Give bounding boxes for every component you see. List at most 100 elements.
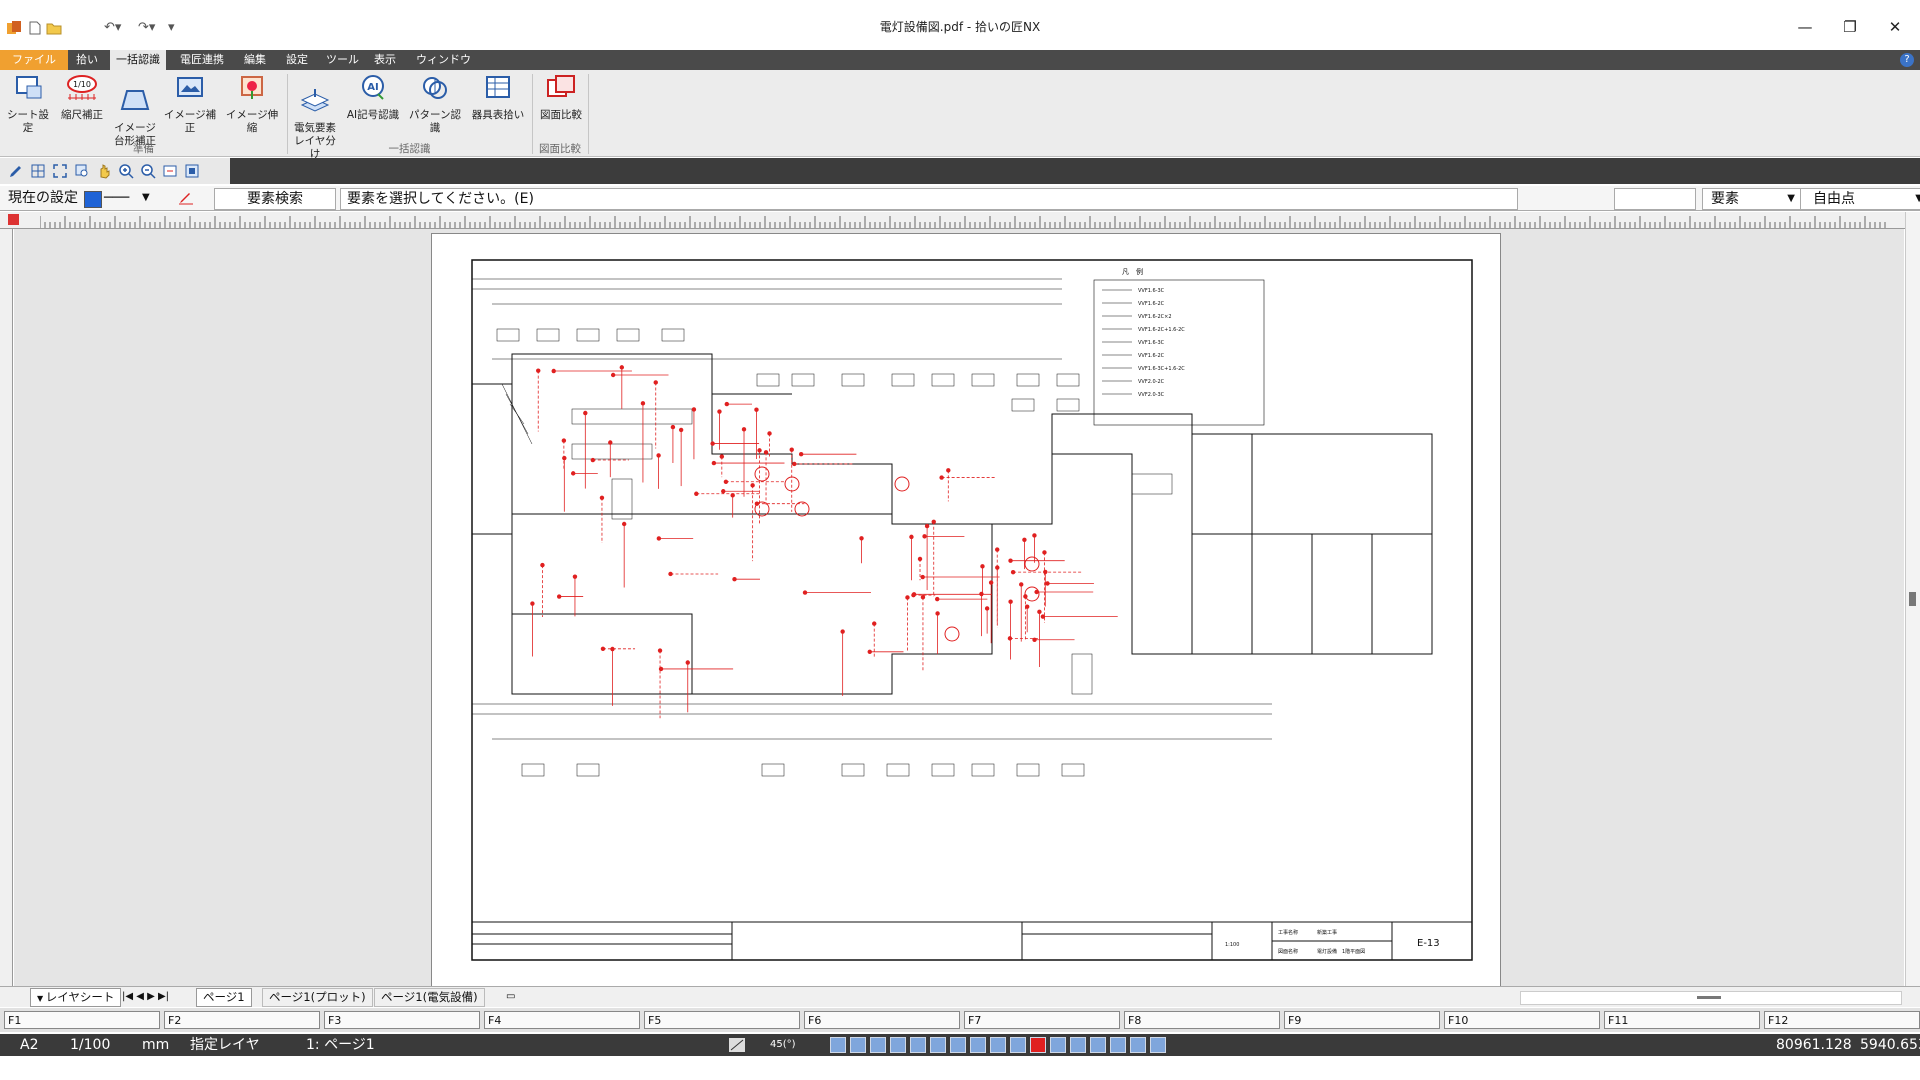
pen-color-icon[interactable] bbox=[178, 191, 194, 205]
fixture-symbol bbox=[741, 427, 747, 432]
list-icon[interactable] bbox=[1050, 1037, 1066, 1053]
pen-icon[interactable] bbox=[850, 1037, 866, 1053]
function-key-f3[interactable]: F3 bbox=[324, 1011, 480, 1029]
previous-view-icon[interactable] bbox=[162, 163, 178, 179]
menu-tools[interactable]: ツール bbox=[320, 50, 365, 70]
menu-edit[interactable]: 編集 bbox=[238, 50, 272, 70]
scroll-thumb[interactable] bbox=[1909, 592, 1916, 606]
function-key-f2[interactable]: F2 bbox=[164, 1011, 320, 1029]
ai-symbol-button[interactable]: AI AI記号認識 bbox=[344, 74, 402, 136]
pattern-recognition-button[interactable]: パターン認識 bbox=[404, 74, 466, 136]
menu-densho-link[interactable]: 電匠連携 bbox=[174, 50, 230, 70]
panel-label-box bbox=[1016, 763, 1040, 777]
menu-file[interactable]: ファイル bbox=[0, 50, 68, 70]
function-key-f1[interactable]: F1 bbox=[4, 1011, 160, 1029]
function-key-f12[interactable]: F12 bbox=[1764, 1011, 1920, 1029]
window-icon[interactable] bbox=[1150, 1037, 1166, 1053]
color-swatch[interactable] bbox=[84, 191, 102, 208]
snap-mode-select[interactable]: 自由点 ▼ bbox=[1800, 188, 1920, 210]
zoom-window-icon[interactable] bbox=[910, 1037, 926, 1053]
help-icon[interactable]: ? bbox=[1900, 53, 1914, 67]
function-key-f6[interactable]: F6 bbox=[804, 1011, 960, 1029]
sheet-settings-button[interactable]: シート設定 bbox=[4, 74, 52, 136]
minimize-button[interactable]: — bbox=[1782, 14, 1828, 40]
function-key-f8[interactable]: F8 bbox=[1124, 1011, 1280, 1029]
trapezoid-correction-button[interactable]: イメージ 台形補正 bbox=[112, 74, 158, 147]
legend-entry: VVF1.6-3C bbox=[1138, 288, 1165, 294]
line-style-dropdown-icon[interactable]: ▼ bbox=[142, 188, 150, 208]
zoom-in-icon[interactable] bbox=[950, 1037, 966, 1053]
scroll-thumb[interactable] bbox=[1697, 996, 1721, 999]
angle-snap-icon[interactable] bbox=[728, 1037, 746, 1053]
function-key-f9[interactable]: F9 bbox=[1284, 1011, 1440, 1029]
svg-text:1/10: 1/10 bbox=[73, 80, 91, 89]
drawing-compare-button[interactable]: 図面比較 bbox=[536, 74, 586, 136]
grid-icon[interactable] bbox=[870, 1037, 886, 1053]
drawing-name: 電灯設備 1階平面図 bbox=[1317, 948, 1365, 955]
coord-y: 5940.653 bbox=[1860, 1037, 1920, 1053]
fit-icon[interactable] bbox=[1010, 1037, 1026, 1053]
fixture-symbol bbox=[1022, 537, 1027, 542]
fit-window-icon[interactable] bbox=[52, 163, 68, 179]
table-icon[interactable] bbox=[1090, 1037, 1106, 1053]
layer-split-button[interactable]: 電気要素 レイヤ分け bbox=[290, 74, 340, 160]
cross-icon[interactable] bbox=[890, 1037, 906, 1053]
fixture-symbol bbox=[590, 457, 596, 463]
horizontal-scrollbar[interactable] bbox=[1520, 991, 1902, 1005]
menu-batch-recognition[interactable]: 一括認識 bbox=[110, 50, 166, 70]
function-key-f7[interactable]: F7 bbox=[964, 1011, 1120, 1029]
fixture-symbol bbox=[1019, 582, 1024, 587]
image-stretch-button[interactable]: イメージ伸縮 bbox=[222, 74, 282, 136]
tab-page1-plot[interactable]: ページ1(プロット) bbox=[262, 988, 373, 1007]
previous-view-icon[interactable] bbox=[990, 1037, 1006, 1053]
add-tab-icon[interactable]: ▭ bbox=[500, 988, 521, 1005]
close-button[interactable]: ✕ bbox=[1872, 14, 1918, 40]
restore-button[interactable]: ❐ bbox=[1827, 14, 1873, 40]
scale-correction-button[interactable]: 1/10 縮尺補正 bbox=[56, 74, 108, 136]
line-style-select[interactable]: ─── bbox=[104, 188, 129, 208]
layer-sheet-select[interactable]: ▼ レイヤシート bbox=[30, 988, 122, 1007]
fixture-symbol bbox=[939, 475, 944, 480]
menu-pickup[interactable]: 拾い bbox=[70, 50, 104, 70]
menu-view[interactable]: 表示 bbox=[368, 50, 402, 70]
layer-icon[interactable] bbox=[1070, 1037, 1086, 1053]
fixture-symbol bbox=[656, 453, 661, 458]
fixture-symbol bbox=[730, 493, 735, 498]
pan-icon[interactable] bbox=[930, 1037, 946, 1053]
fixture-symbol bbox=[551, 368, 556, 374]
line-red-icon[interactable] bbox=[1030, 1037, 1046, 1053]
edit-icon[interactable] bbox=[1110, 1037, 1126, 1053]
function-key-f11[interactable]: F11 bbox=[1604, 1011, 1760, 1029]
function-key-f4[interactable]: F4 bbox=[484, 1011, 640, 1029]
pen-icon[interactable] bbox=[8, 163, 24, 179]
element-mode-select[interactable]: 要素 ▼ bbox=[1702, 188, 1802, 210]
tab-page1[interactable]: ページ1 bbox=[196, 988, 252, 1007]
function-key-f5[interactable]: F5 bbox=[644, 1011, 800, 1029]
zoom-out-icon[interactable] bbox=[970, 1037, 986, 1053]
image-correction-button[interactable]: イメージ補正 bbox=[162, 74, 218, 136]
menu-window[interactable]: ウィンドウ bbox=[410, 50, 477, 70]
menu-settings[interactable]: 設定 bbox=[280, 50, 314, 70]
snap-grid-icon[interactable] bbox=[830, 1037, 846, 1053]
fixture-symbol bbox=[1010, 569, 1016, 575]
panel-label-box bbox=[891, 373, 915, 387]
zoom-out-icon[interactable] bbox=[140, 163, 156, 179]
zoom-in-icon[interactable] bbox=[118, 163, 134, 179]
zoom-window-icon[interactable] bbox=[74, 163, 90, 179]
grid-select-icon[interactable] bbox=[30, 163, 46, 179]
drawing-sheet[interactable]: 1:100 工事名称 新築工事 図面名称 電灯設備 1階平面図 E-13 凡 例… bbox=[431, 233, 1501, 987]
drawing-scale: 1/100 bbox=[70, 1037, 111, 1053]
fixture-table-button[interactable]: 器具表拾い bbox=[468, 74, 528, 136]
sheet-settings-icon bbox=[16, 76, 42, 99]
settings-icon[interactable] bbox=[1130, 1037, 1146, 1053]
vertical-scrollbar[interactable] bbox=[1905, 212, 1920, 986]
pan-hand-icon[interactable] bbox=[96, 163, 112, 179]
full-view-icon[interactable] bbox=[184, 163, 200, 179]
tab-nav-arrows[interactable]: |◀ ◀ ▶ ▶| bbox=[116, 988, 175, 1005]
project-label: 工事名称 bbox=[1278, 929, 1298, 936]
tab-page1-electrical[interactable]: ページ1(電気設備) bbox=[374, 988, 485, 1007]
function-key-f10[interactable]: F10 bbox=[1444, 1011, 1600, 1029]
element-search-button[interactable]: 要素検索 bbox=[214, 188, 336, 210]
angle-value[interactable]: 45(°) bbox=[770, 1036, 796, 1054]
panel-label-box bbox=[1011, 398, 1035, 412]
